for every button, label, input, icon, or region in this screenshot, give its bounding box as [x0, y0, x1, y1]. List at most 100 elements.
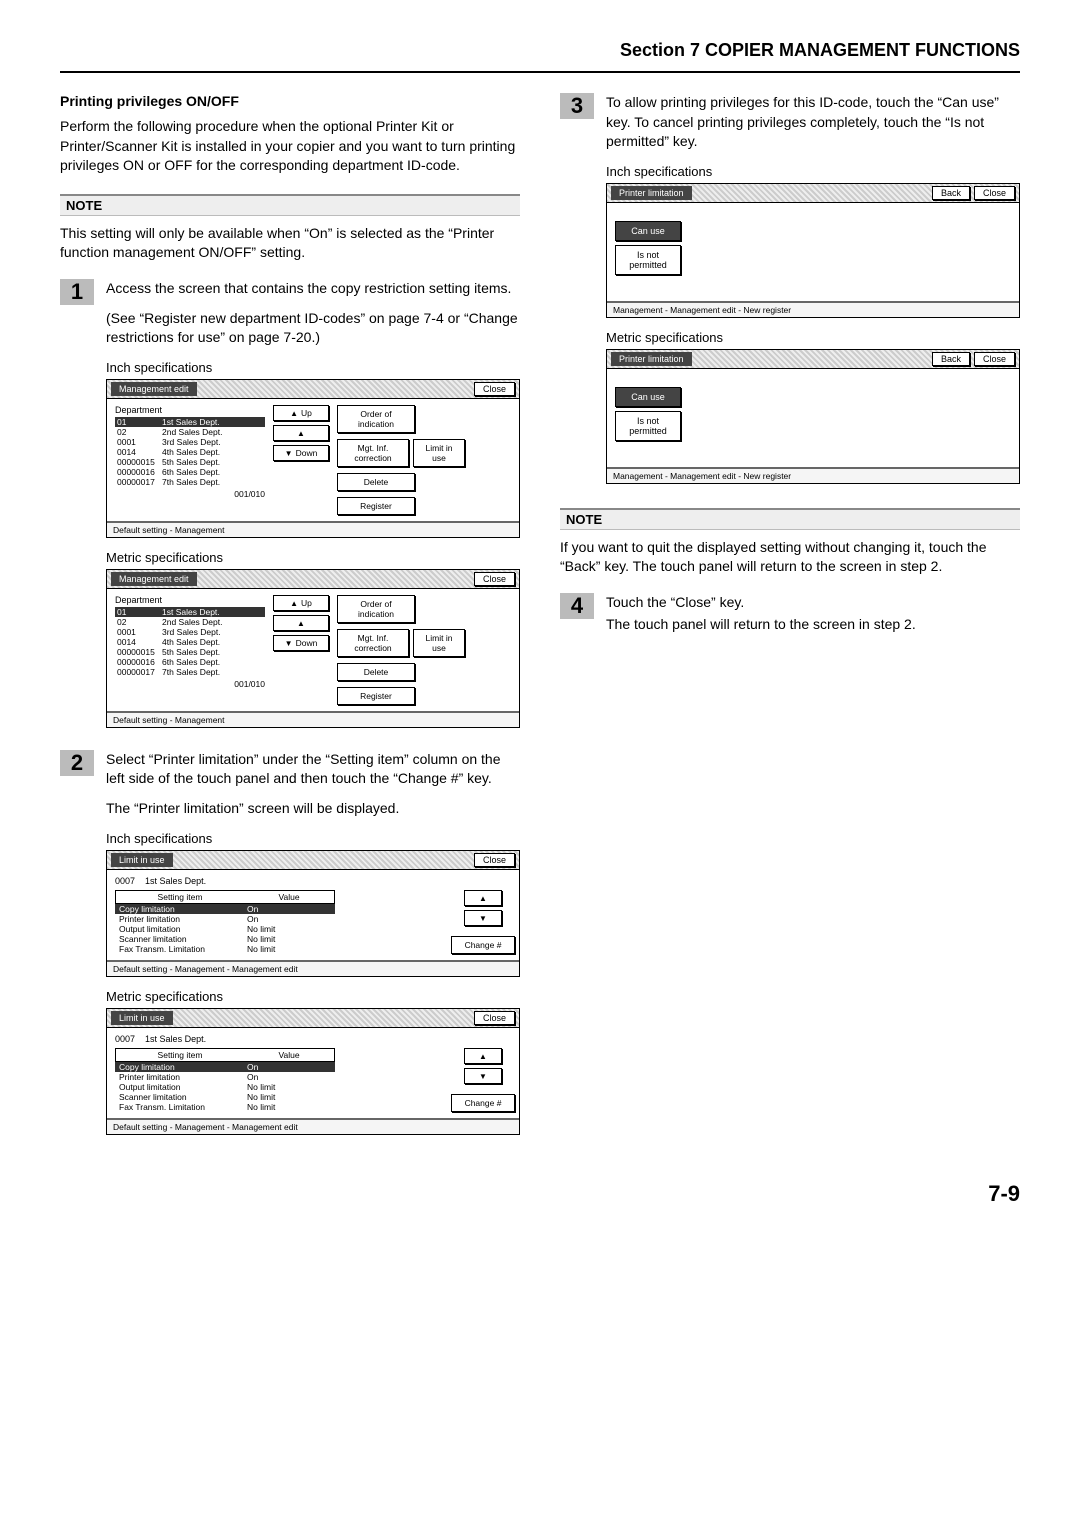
panel-breadcrumb: Default setting - Management - Managemen…	[107, 960, 519, 976]
subheading-privileges: Printing privileges ON/OFF	[60, 93, 520, 109]
can-use-button[interactable]: Can use	[615, 387, 681, 407]
setting-row[interactable]: Printer limitationOn	[115, 914, 335, 924]
page-number: 7-9	[60, 1181, 1020, 1207]
dept-action-buttons: Order of indication Mgt. Inf. correction…	[337, 405, 465, 515]
back-button[interactable]: Back	[932, 352, 970, 366]
scroll-up-button[interactable]	[273, 615, 329, 631]
setting-row[interactable]: Scanner limitationNo limit	[115, 1092, 335, 1102]
can-use-button[interactable]: Can use	[615, 221, 681, 241]
down-button[interactable]: Down	[273, 635, 329, 651]
printer-limitation-panel-metric: Printer limitation Back Close Can use Is…	[606, 349, 1020, 484]
dept-row[interactable]: 022nd Sales Dept.	[115, 617, 265, 627]
department-list-header: Department	[115, 405, 265, 415]
limit-in-use-button[interactable]: Limit in use	[413, 439, 465, 467]
step-4-body: Touch the “Close” key. The touch panel w…	[606, 593, 1020, 644]
panel-title: Management edit	[111, 572, 197, 586]
dept-row[interactable]: 000000155th Sales Dept.	[115, 647, 265, 657]
setting-row[interactable]: Fax Transm. LimitationNo limit	[115, 1102, 335, 1112]
setting-row[interactable]: Output limitationNo limit	[115, 924, 335, 934]
register-button[interactable]: Register	[337, 687, 415, 705]
right-column: 3 To allow printing privileges for this …	[560, 73, 1020, 1141]
scroll-down-button[interactable]	[464, 910, 502, 926]
panel-body: Department 011st Sales Dept. 022nd Sales…	[107, 399, 519, 521]
note-text: If you want to quit the displayed settin…	[560, 538, 1020, 577]
delete-button[interactable]: Delete	[337, 663, 415, 681]
dept-code: 0007	[115, 876, 135, 886]
dept-row[interactable]: 022nd Sales Dept.	[115, 427, 265, 437]
setting-row[interactable]: Scanner limitationNo limit	[115, 934, 335, 944]
dept-nav-buttons: Up Down	[273, 405, 329, 515]
mgt-inf-correction-button[interactable]: Mgt. Inf. correction	[337, 629, 409, 657]
close-button[interactable]: Close	[474, 572, 515, 586]
close-button[interactable]: Close	[474, 382, 515, 396]
panel-titlebar: Management edit Close	[107, 570, 519, 589]
close-button[interactable]: Close	[974, 186, 1015, 200]
col-value: Value	[244, 891, 334, 903]
scroll-up-button[interactable]	[464, 1048, 502, 1064]
triangle-down-icon	[479, 913, 487, 923]
scroll-down-button[interactable]	[464, 1068, 502, 1084]
scroll-up-button[interactable]	[273, 425, 329, 441]
mgt-inf-correction-button[interactable]: Mgt. Inf. correction	[337, 439, 409, 467]
triangle-up-icon	[290, 598, 298, 608]
delete-button[interactable]: Delete	[337, 473, 415, 491]
dept-row-selected[interactable]: 011st Sales Dept.	[115, 607, 265, 617]
dept-row[interactable]: 000000166th Sales Dept.	[115, 467, 265, 477]
up-button[interactable]: Up	[273, 595, 329, 611]
panel-title: Printer limitation	[611, 186, 692, 200]
step-4-text-a: Touch the “Close” key.	[606, 593, 1020, 613]
dept-row[interactable]: 00144th Sales Dept.	[115, 447, 265, 457]
setting-row[interactable]: Printer limitationOn	[115, 1072, 335, 1082]
panel-title: Limit in use	[111, 1011, 173, 1025]
setting-row-selected[interactable]: Copy limitationOn	[115, 1062, 335, 1072]
change-number-button[interactable]: Change #	[451, 936, 515, 954]
down-button[interactable]: Down	[273, 445, 329, 461]
setting-row[interactable]: Fax Transm. LimitationNo limit	[115, 944, 335, 954]
setting-row-selected[interactable]: Copy limitationOn	[115, 904, 335, 914]
intro-paragraph: Perform the following procedure when the…	[60, 117, 520, 176]
step-number-3: 3	[560, 93, 594, 119]
dept-row-selected[interactable]: 011st Sales Dept.	[115, 417, 265, 427]
is-not-permitted-button[interactable]: Is not permitted	[615, 245, 681, 275]
back-button[interactable]: Back	[932, 186, 970, 200]
dept-code: 0007	[115, 1034, 135, 1044]
dept-row[interactable]: 000000177th Sales Dept.	[115, 477, 265, 487]
dept-name: 1st Sales Dept.	[145, 876, 206, 886]
panel-breadcrumb: Management - Management edit - New regis…	[607, 301, 1019, 317]
step-number-1: 1	[60, 279, 94, 305]
triangle-down-icon	[285, 638, 293, 648]
limit-in-use-button[interactable]: Limit in use	[413, 629, 465, 657]
dept-pager: 001/010	[115, 679, 265, 689]
order-of-indication-button[interactable]: Order of indication	[337, 405, 415, 433]
register-button[interactable]: Register	[337, 497, 415, 515]
close-button[interactable]: Close	[474, 853, 515, 867]
order-of-indication-button[interactable]: Order of indication	[337, 595, 415, 623]
up-button[interactable]: Up	[273, 405, 329, 421]
close-button[interactable]: Close	[474, 1011, 515, 1025]
department-list: Department 011st Sales Dept. 022nd Sales…	[115, 595, 265, 705]
limit-in-use-panel-inch: Limit in use Close 0007 1st Sales Dept.	[106, 850, 520, 977]
step-3: 3 To allow printing privileges for this …	[560, 93, 1020, 490]
department-list: Department 011st Sales Dept. 022nd Sales…	[115, 405, 265, 515]
change-number-button[interactable]: Change #	[451, 1094, 515, 1112]
step-number-4: 4	[560, 593, 594, 619]
triangle-up-icon	[479, 1051, 487, 1061]
is-not-permitted-button[interactable]: Is not permitted	[615, 411, 681, 441]
dept-row[interactable]: 000000155th Sales Dept.	[115, 457, 265, 467]
step-2: 2 Select “Printer limitation” under the …	[60, 750, 520, 1141]
dept-row[interactable]: 00144th Sales Dept.	[115, 637, 265, 647]
step-2-text-a: Select “Printer limitation” under the “S…	[106, 750, 520, 789]
dept-row[interactable]: 00013rd Sales Dept.	[115, 627, 265, 637]
step-number-2: 2	[60, 750, 94, 776]
dept-row[interactable]: 00013rd Sales Dept.	[115, 437, 265, 447]
panel-title: Limit in use	[111, 853, 173, 867]
dept-row[interactable]: 000000177th Sales Dept.	[115, 667, 265, 677]
dept-row[interactable]: 000000166th Sales Dept.	[115, 657, 265, 667]
close-button[interactable]: Close	[974, 352, 1015, 366]
caption-inch-2: Inch specifications	[106, 831, 520, 846]
caption-inch-3: Inch specifications	[606, 164, 1020, 179]
scroll-up-button[interactable]	[464, 890, 502, 906]
setting-row[interactable]: Output limitationNo limit	[115, 1082, 335, 1092]
panel-title: Management edit	[111, 382, 197, 396]
col-setting-item: Setting item	[116, 891, 244, 903]
